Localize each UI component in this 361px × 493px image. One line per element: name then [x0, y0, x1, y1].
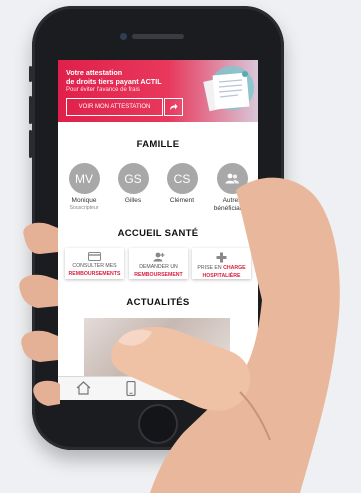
- hand-holding-phone: [19, 177, 340, 493]
- photo-scene: Votre attestation de droits tiers payant…: [0, 0, 361, 493]
